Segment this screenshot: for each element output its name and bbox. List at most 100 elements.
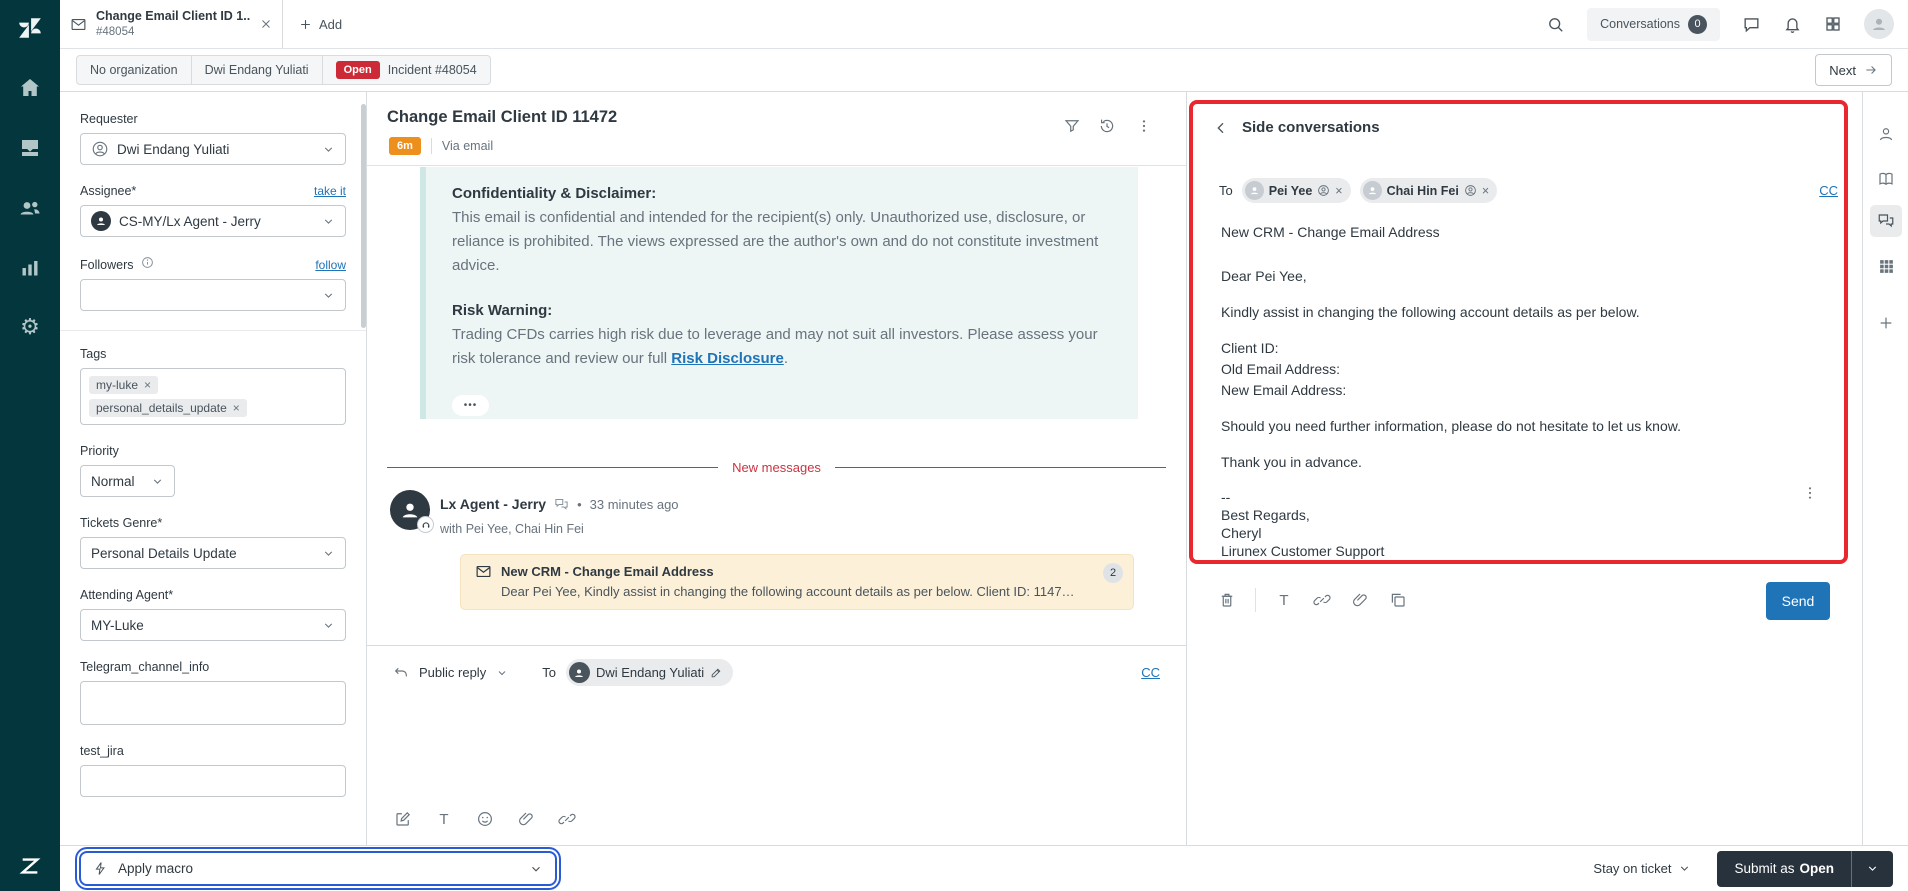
- customers-icon[interactable]: [14, 192, 46, 224]
- add-tab-button[interactable]: Add: [283, 0, 358, 48]
- send-button[interactable]: Send: [1766, 582, 1830, 620]
- agent-message: Lx Agent - Jerry • 33 minutes ago with P…: [390, 490, 1166, 620]
- draft-overflow-menu-icon[interactable]: [1802, 485, 1818, 501]
- remove-recipient-icon[interactable]: ×: [1335, 184, 1342, 198]
- user-panel-icon[interactable]: [1870, 118, 1902, 150]
- new-messages-label: New messages: [732, 460, 821, 475]
- test-jira-input[interactable]: [80, 765, 346, 797]
- context-panel-rail: [1862, 92, 1908, 845]
- text-format-icon[interactable]: T: [1274, 590, 1294, 610]
- tab-ticket-id: #48054: [96, 25, 135, 38]
- draft-line: Client ID:: [1221, 340, 1279, 356]
- telegram-channel-info-input[interactable]: [80, 681, 346, 725]
- attending-agent-value: MY-Luke: [91, 617, 144, 633]
- compose-icon[interactable]: [393, 809, 413, 829]
- conversations-label: Conversations: [1600, 17, 1680, 31]
- recipient-name: Pei Yee: [1268, 183, 1313, 198]
- tags-field[interactable]: my-luke × personal_details_update ×: [80, 368, 346, 425]
- chevron-down-icon: [529, 862, 543, 876]
- ticket-tab[interactable]: Change Email Client ID 1... #48054: [60, 0, 283, 48]
- remove-recipient-icon[interactable]: ×: [1482, 184, 1489, 198]
- link-icon[interactable]: [1312, 590, 1332, 610]
- zendesk-product-logo[interactable]: [0, 0, 60, 56]
- recipient-avatar: [568, 662, 590, 683]
- quote-heading: Risk Warning:: [452, 302, 553, 319]
- attach-icon[interactable]: [1350, 590, 1370, 610]
- chat-icon[interactable]: [1742, 15, 1761, 34]
- search-icon[interactable]: [1546, 15, 1565, 34]
- risk-disclosure-link[interactable]: Risk Disclosure: [671, 350, 784, 367]
- recipient-pill[interactable]: Chai Hin Fei ×: [1359, 178, 1498, 203]
- home-icon[interactable]: [14, 72, 46, 104]
- stay-on-ticket-selector[interactable]: Stay on ticket: [1587, 860, 1697, 877]
- cc-link[interactable]: CC: [1141, 665, 1160, 680]
- assignee-select[interactable]: CS-MY/Lx Agent - Jerry: [80, 205, 346, 237]
- chevron-down-icon[interactable]: [496, 667, 508, 679]
- breadcrumb-requester[interactable]: Dwi Endang Yuliati: [192, 56, 323, 84]
- back-icon[interactable]: [1213, 120, 1231, 138]
- views-icon[interactable]: [14, 132, 46, 164]
- text-format-icon[interactable]: T: [434, 809, 454, 829]
- close-tab-icon[interactable]: [260, 18, 272, 30]
- arrow-right-icon: [1864, 63, 1878, 77]
- remove-tag-icon[interactable]: ×: [144, 378, 151, 392]
- info-icon[interactable]: [141, 256, 154, 269]
- add-panel-icon[interactable]: [1870, 307, 1902, 339]
- product-tray-icon[interactable]: [1824, 15, 1842, 33]
- side-conversation-card[interactable]: New CRM - Change Email Address Dear Pei …: [460, 554, 1134, 610]
- message-author[interactable]: Lx Agent - Jerry: [440, 496, 546, 512]
- recipient-pill[interactable]: Dwi Endang Yuliati: [565, 659, 734, 686]
- knowledge-icon[interactable]: [1870, 163, 1902, 195]
- reporting-icon[interactable]: [14, 252, 46, 284]
- chevron-down-icon: [322, 143, 335, 156]
- emoji-icon[interactable]: [475, 809, 495, 829]
- show-trimmed-content-button[interactable]: •••: [452, 395, 489, 416]
- reply-composer: Public reply To Dwi Endang Yuliati CC T: [367, 645, 1186, 845]
- next-ticket-button[interactable]: Next: [1815, 54, 1892, 86]
- apps-icon[interactable]: [1870, 250, 1902, 282]
- tickets-genre-select[interactable]: Personal Details Update: [80, 537, 346, 569]
- submit-dropdown-icon[interactable]: [1851, 850, 1893, 887]
- person-circle-icon[interactable]: [1317, 184, 1330, 197]
- admin-icon[interactable]: ⚙: [14, 312, 46, 344]
- attending-agent-select[interactable]: MY-Luke: [80, 609, 346, 641]
- filter-icon[interactable]: [1062, 116, 1082, 136]
- copy-icon[interactable]: [1388, 590, 1408, 610]
- requester-select[interactable]: Dwi Endang Yuliati: [80, 133, 346, 165]
- ticket-context-bar: No organization Dwi Endang Yuliati Open …: [60, 49, 1908, 92]
- user-avatar[interactable]: [1864, 9, 1894, 39]
- quoted-email-content: Confidentiality & Disclaimer: This email…: [420, 167, 1138, 419]
- priority-select[interactable]: Normal: [80, 465, 175, 497]
- apply-macro-select[interactable]: Apply macro: [79, 851, 557, 886]
- link-icon[interactable]: [557, 809, 577, 829]
- overflow-menu-icon[interactable]: [1134, 116, 1154, 136]
- chevron-down-icon: [322, 289, 335, 302]
- requester-label: Requester: [80, 112, 138, 126]
- notifications-bell-icon[interactable]: [1783, 15, 1802, 34]
- conversations-button[interactable]: Conversations 0: [1587, 7, 1720, 41]
- delete-draft-icon[interactable]: [1217, 590, 1237, 610]
- attach-icon[interactable]: [516, 809, 536, 829]
- side-conversations-panel-icon[interactable]: [1870, 205, 1902, 237]
- cc-link[interactable]: CC: [1819, 183, 1838, 198]
- recipient-pill[interactable]: Pei Yee ×: [1241, 178, 1351, 203]
- submit-button[interactable]: Submit as Open: [1717, 850, 1893, 887]
- follow-link[interactable]: follow: [315, 258, 346, 272]
- reply-type-selector[interactable]: Public reply: [419, 665, 486, 680]
- take-it-link[interactable]: take it: [314, 184, 346, 198]
- person-circle-icon[interactable]: [1464, 184, 1477, 197]
- breadcrumb-ticket[interactable]: Open Incident #48054: [323, 56, 490, 84]
- edit-recipient-icon[interactable]: [710, 666, 723, 679]
- followers-select[interactable]: [80, 279, 346, 311]
- events-history-icon[interactable]: [1097, 116, 1117, 136]
- fields-scrollbar[interactable]: [361, 104, 366, 328]
- assignee-avatar: [91, 211, 111, 231]
- draft-line: Dear Pei Yee,: [1221, 268, 1307, 284]
- tag-pill[interactable]: personal_details_update ×: [89, 399, 247, 417]
- submit-label: Submit as: [1734, 861, 1795, 876]
- breadcrumb-organization[interactable]: No organization: [77, 56, 192, 84]
- tag-pill[interactable]: my-luke ×: [89, 376, 159, 394]
- followers-label: Followers: [80, 258, 134, 272]
- remove-tag-icon[interactable]: ×: [233, 401, 240, 415]
- side-conversation-draft[interactable]: New CRM - Change Email Address Dear Pei …: [1221, 222, 1792, 575]
